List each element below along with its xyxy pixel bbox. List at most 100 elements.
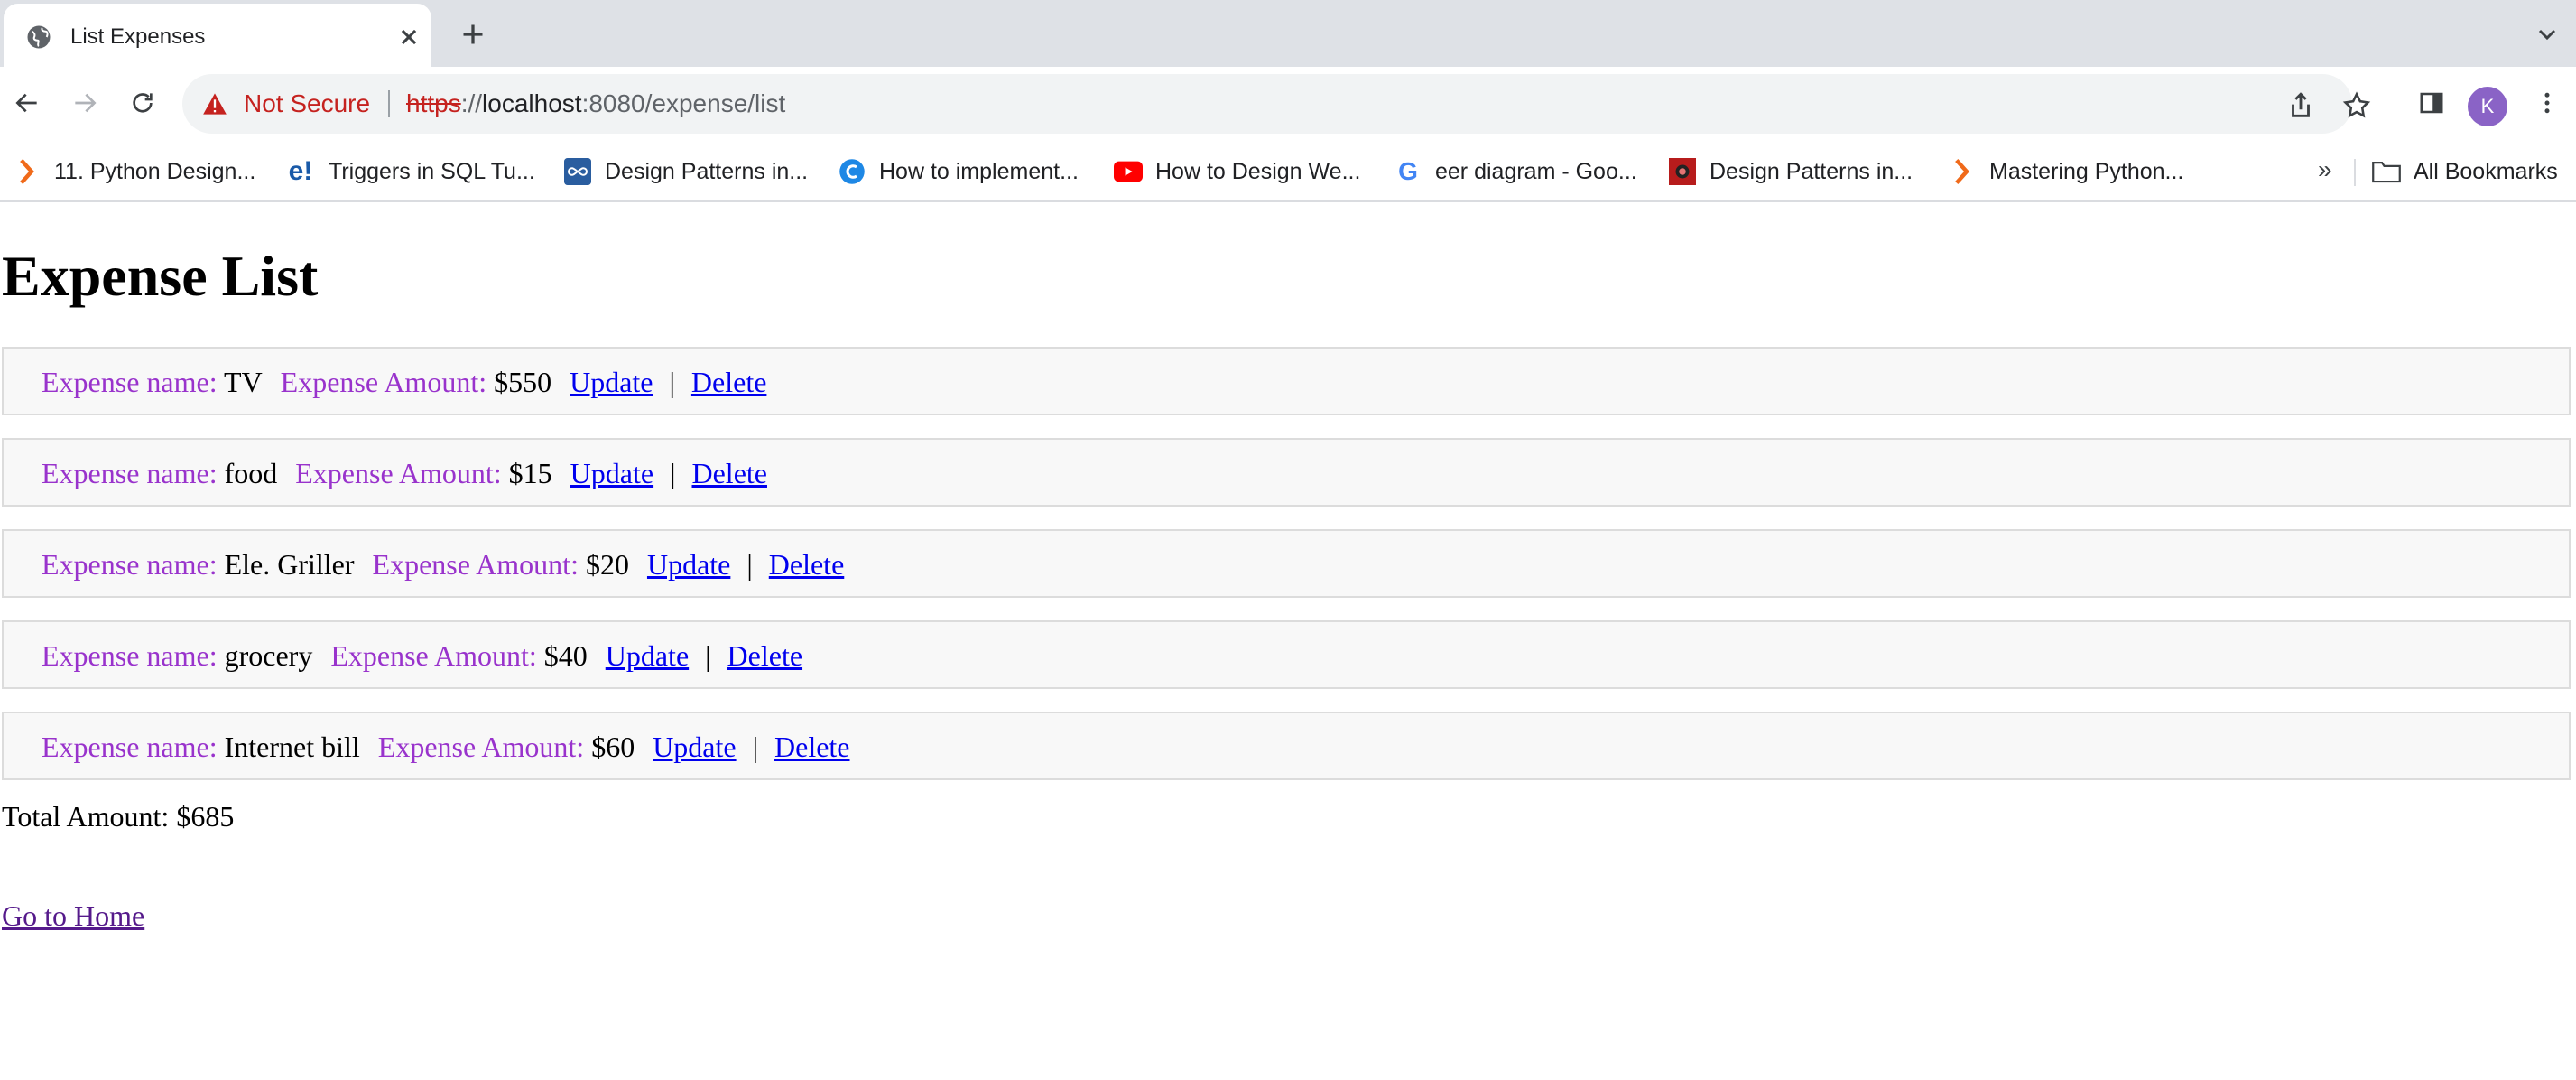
not-secure-label[interactable]: Not Secure	[244, 88, 370, 119]
bookmark-item[interactable]: G eer diagram - Goo...	[1394, 155, 1637, 188]
e-exclaim-icon: e!	[288, 156, 313, 186]
active-tab[interactable]: List Expenses	[4, 4, 431, 67]
close-tab-icon[interactable]	[394, 22, 424, 52]
side-panel-button[interactable]	[2412, 83, 2451, 123]
expense-amount-label: Expense Amount:	[280, 366, 487, 398]
delete-link[interactable]: Delete	[691, 457, 767, 489]
profile-avatar[interactable]: K	[2468, 87, 2507, 126]
all-bookmarks-label: All Bookmarks	[2414, 158, 2558, 184]
bookmark-item[interactable]: e! Triggers in SQL Tu...	[285, 155, 535, 188]
new-tab-icon[interactable]	[457, 18, 489, 51]
expense-row: Expense name: Ele. Griller Expense Amoun…	[2, 529, 2571, 598]
expense-row: Expense name: Internet bill Expense Amou…	[2, 712, 2571, 780]
expense-row: Expense name: grocery Expense Amount: $4…	[2, 620, 2571, 689]
browser-toolbar: Not Secure https://localhost:8080/expens…	[0, 67, 2576, 143]
delete-link[interactable]: Delete	[774, 731, 850, 763]
book-cover-icon	[1668, 157, 1697, 186]
tab-strip: List Expenses	[0, 0, 2576, 67]
delete-link[interactable]: Delete	[691, 366, 767, 398]
bookmark-item[interactable]: Mastering Python...	[1948, 155, 2183, 188]
address-bar[interactable]: Not Secure https://localhost:8080/expens…	[182, 74, 2371, 134]
kebab-menu-icon	[2544, 92, 2550, 114]
reload-icon	[133, 93, 153, 113]
bookmarks-overflow-button[interactable]: »	[2318, 155, 2332, 184]
expense-name: grocery	[224, 639, 313, 672]
bookmark-label: Triggers in SQL Tu...	[329, 158, 535, 184]
total-value: $685	[176, 800, 235, 833]
link-separator: |	[670, 457, 676, 489]
expense-amount: $15	[508, 457, 552, 489]
reload-button[interactable]	[123, 83, 162, 123]
bookmarks-divider	[2354, 159, 2356, 186]
bookmark-item[interactable]: How to Design We...	[1114, 155, 1360, 188]
bookmark-item[interactable]: Design Patterns in...	[1668, 155, 1913, 188]
bookmarks-bar: 11. Python Design... e! Triggers in SQL …	[0, 143, 2576, 202]
bookmark-item[interactable]: Design Patterns in...	[563, 155, 808, 188]
back-button[interactable]	[7, 83, 47, 123]
star-bookmark-icon[interactable]	[2341, 90, 2372, 121]
go-home-link[interactable]: Go to Home	[2, 898, 144, 934]
expense-amount: $20	[585, 548, 629, 581]
expense-row: Expense name: TV Expense Amount: $550 Up…	[2, 347, 2571, 415]
expense-amount-label: Expense Amount:	[295, 457, 502, 489]
bookmark-label: eer diagram - Goo...	[1435, 158, 1637, 184]
expense-name: food	[224, 457, 278, 489]
bookmark-label: How to Design We...	[1155, 158, 1361, 184]
url-host: localhost	[482, 89, 582, 117]
bookmark-label: Mastering Python...	[1989, 158, 2184, 184]
chevron-down-icon[interactable]	[2533, 20, 2562, 49]
expense-name-label: Expense name:	[42, 548, 218, 581]
all-bookmarks-button[interactable]: All Bookmarks	[2372, 155, 2558, 188]
delete-link[interactable]: Delete	[769, 548, 845, 581]
expense-name: Ele. Griller	[224, 548, 355, 581]
folder-icon	[2372, 157, 2401, 186]
infinity-square-icon	[563, 157, 592, 186]
update-link[interactable]: Update	[606, 639, 689, 672]
back-arrow-icon	[15, 93, 37, 113]
link-separator: |	[752, 731, 758, 763]
tab-title: List Expenses	[70, 24, 206, 49]
warning-icon	[203, 93, 227, 115]
link-separator: |	[705, 639, 711, 672]
url-separator: ://	[460, 89, 483, 117]
delete-link[interactable]: Delete	[727, 639, 803, 672]
update-link[interactable]: Update	[653, 731, 736, 763]
forward-button[interactable]	[65, 83, 105, 123]
url-scheme: https	[406, 89, 461, 117]
globe-icon	[27, 25, 51, 49]
link-separator: |	[669, 366, 675, 398]
update-link[interactable]: Update	[570, 366, 653, 398]
bookmark-label: 11. Python Design...	[54, 158, 256, 184]
link-separator: |	[746, 548, 753, 581]
blue-c-icon	[838, 157, 866, 186]
expense-name: Internet bill	[224, 731, 360, 763]
forward-arrow-icon	[75, 93, 97, 113]
expense-name-label: Expense name:	[42, 731, 218, 763]
share-icon[interactable]	[2285, 90, 2316, 121]
bookmark-item[interactable]: How to implement...	[838, 155, 1079, 188]
bookmark-label: How to implement...	[879, 158, 1079, 184]
omnibox-divider	[388, 90, 390, 117]
expense-amount-label: Expense Amount:	[330, 639, 537, 672]
expense-amount-label: Expense Amount:	[377, 731, 585, 763]
update-link[interactable]: Update	[647, 548, 730, 581]
url-text[interactable]: https://localhost:8080/expense/list	[406, 88, 785, 119]
orange-chevron-icon	[1948, 157, 1977, 186]
side-panel-icon	[2420, 92, 2443, 114]
expense-name-label: Expense name:	[42, 639, 218, 672]
page-content: Expense List Expense name: TV Expense Am…	[0, 202, 2576, 1080]
orange-chevron-icon	[13, 157, 42, 186]
menu-button[interactable]	[2527, 83, 2567, 123]
total-amount: Total Amount: $685	[2, 798, 234, 834]
google-icon: G	[1398, 157, 1418, 185]
bookmark-label: Design Patterns in...	[605, 158, 809, 184]
expense-amount: $550	[494, 366, 552, 398]
total-label: Total Amount:	[2, 800, 170, 833]
bookmark-item[interactable]: 11. Python Design...	[13, 155, 255, 188]
update-link[interactable]: Update	[570, 457, 653, 489]
expense-amount: $60	[591, 731, 635, 763]
expense-amount-label: Expense Amount:	[372, 548, 579, 581]
expense-name: TV	[224, 366, 263, 398]
youtube-icon	[1114, 157, 1143, 186]
expense-amount: $40	[543, 639, 588, 672]
